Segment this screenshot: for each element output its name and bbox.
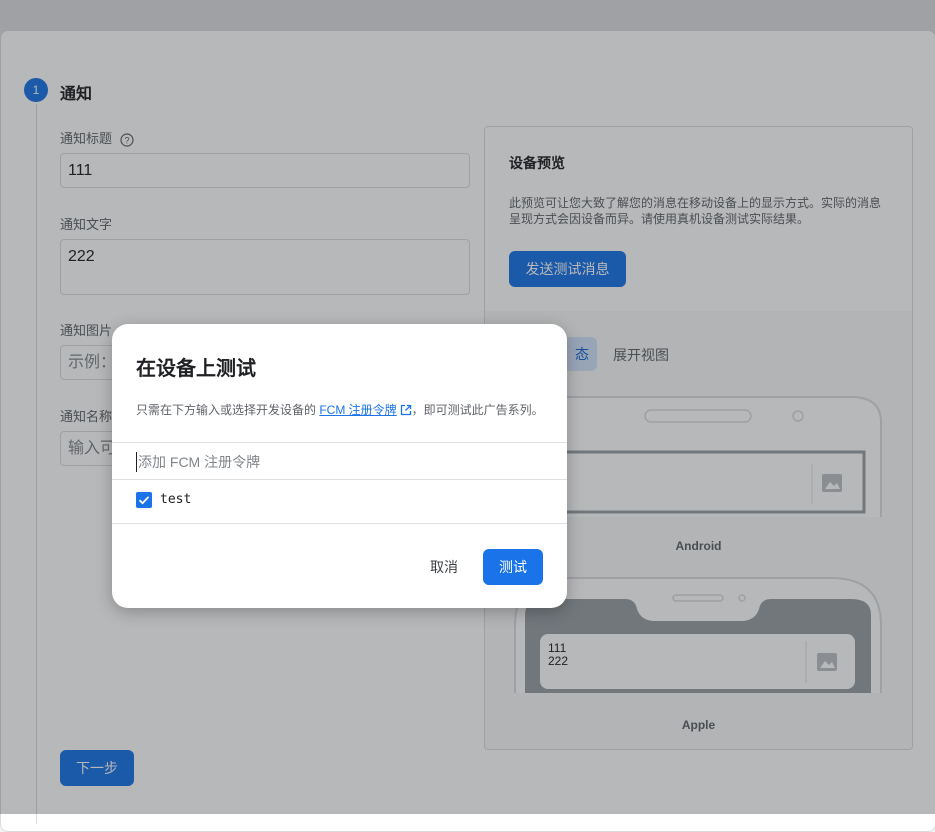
dialog-description: 只需在下方输入或选择开发设备的 FCM 注册令牌 ，即可测试此广告系列。 xyxy=(136,401,544,419)
dialog-title: 在设备上测试 xyxy=(136,358,256,380)
fcm-token-input[interactable]: 添加 FCM 注册令牌 xyxy=(136,452,260,472)
test-on-device-dialog: 在设备上测试 只需在下方输入或选择开发设备的 FCM 注册令牌 ，即可测试此广告系… xyxy=(112,324,567,608)
divider xyxy=(112,479,567,480)
test-button[interactable]: 测试 xyxy=(483,549,543,585)
token-checkbox[interactable] xyxy=(136,492,152,508)
check-icon xyxy=(138,496,150,505)
token-item-label: test xyxy=(160,492,192,507)
dialog-desc-text-after: ，即可测试此广告系列。 xyxy=(411,403,544,417)
external-link-icon[interactable] xyxy=(400,404,412,419)
cancel-button[interactable]: 取消 xyxy=(418,550,470,584)
fcm-token-link[interactable]: FCM 注册令牌 xyxy=(319,403,396,417)
divider xyxy=(112,523,567,524)
divider xyxy=(112,442,567,443)
dialog-desc-text-before: 只需在下方输入或选择开发设备的 xyxy=(136,403,320,417)
